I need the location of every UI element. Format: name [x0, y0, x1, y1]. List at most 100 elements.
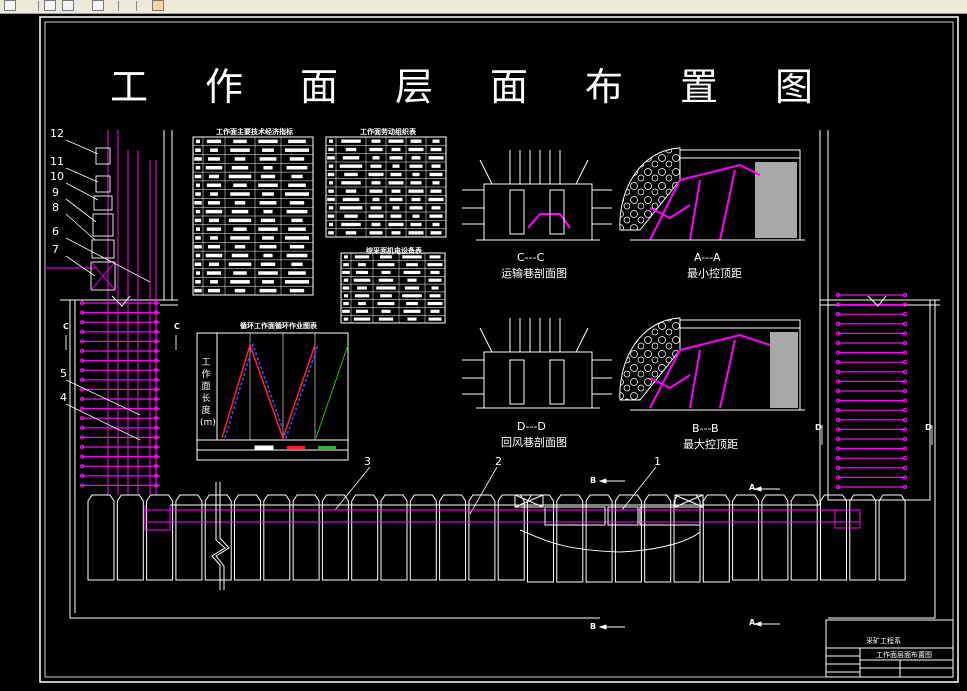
table-tech-indicators-cell [285, 192, 309, 196]
goaf-block [644, 494, 672, 583]
section-aa-label: A---A [694, 251, 721, 264]
table-labour-cell [389, 197, 403, 202]
section-bb-label: B---B [692, 422, 719, 435]
table-equipment-cell [378, 278, 394, 282]
table-tech-indicators-cell [196, 183, 200, 188]
table-equipment-cell [344, 294, 348, 298]
table-tech-indicators-cell [231, 165, 249, 170]
chart-ylabel-char: 作 [201, 370, 211, 380]
table-equipment-cell [381, 309, 391, 313]
table-tech-indicators-cell [205, 165, 223, 170]
table-tech-indicators-cell [207, 201, 221, 205]
table-labour-cell [392, 206, 400, 210]
table-tech-indicators-cell [260, 262, 276, 267]
table-tech-indicators-cell [207, 288, 221, 293]
goaf-block [732, 494, 760, 581]
goaf-block [351, 494, 379, 581]
section-cc-label: C---C [517, 251, 545, 264]
goaf-block [321, 494, 349, 581]
table-equipment-cell [429, 255, 441, 259]
table-labour-cell [328, 164, 334, 168]
table-labour-cell [370, 206, 382, 210]
titleblock-name: 工作面层面布置图 [876, 651, 932, 659]
table-equipment-cell [404, 286, 420, 290]
marker-d-left: D [815, 423, 822, 432]
table-tech-indicators-cell [259, 288, 277, 293]
table-tech-indicators-cell [194, 201, 202, 205]
goaf-block [175, 494, 203, 581]
table-equipment-cell [406, 302, 418, 306]
table1-title: 工作面主要技术经济指标 [216, 128, 293, 136]
callout-11: 11 [50, 155, 64, 168]
table-labour-cell [391, 147, 401, 152]
table-labour-cell [389, 156, 403, 160]
print-icon[interactable] [92, 0, 104, 11]
table-tech-indicators-cell [195, 209, 201, 214]
save-icon[interactable] [62, 0, 74, 11]
section-cc-figure [462, 150, 612, 241]
table-labour-cell [368, 172, 384, 177]
table-tech-indicators-cell [262, 192, 274, 196]
table-equipment-cell [353, 317, 371, 321]
table-labour-cell [328, 189, 334, 193]
callout-6: 6 [52, 225, 59, 238]
table-labour-cell [342, 156, 360, 160]
table-labour-cell [345, 231, 357, 235]
table-equipment-cell [344, 255, 348, 259]
table-equipment-cell [358, 302, 366, 306]
table-labour-cell [408, 231, 424, 235]
table-labour-cell [345, 189, 357, 193]
table-labour-cell [329, 181, 333, 185]
table-equipment-cell [380, 294, 392, 298]
table-tech-indicators-cell [231, 209, 249, 214]
table-tech-indicators-cell [291, 174, 303, 179]
chart-ylabel-char: 工 [201, 358, 211, 368]
table-labour-cell [412, 214, 420, 218]
table-equipment-cell [357, 286, 367, 290]
table-labour-cell [369, 147, 383, 152]
table-labour-cell [432, 222, 440, 227]
section-aa-figure [619, 147, 805, 241]
table-tech-indicators-cell [258, 139, 278, 144]
cad-viewport[interactable]: 工作面层面布置图 工作面主要技术经济指标 工作面劳动组织表 综采面机电设备表 循… [0, 0, 967, 691]
table-tech-indicators-cell [230, 192, 250, 196]
table-tech-indicators-cell [206, 183, 222, 188]
section-dd-label: D---D [517, 420, 546, 433]
table-tech-indicators-cell [228, 218, 252, 223]
goaf-block [849, 494, 877, 581]
goaf-block [878, 494, 906, 581]
chart-title: 循环工作面循环作业图表 [240, 322, 317, 330]
table-labour-cell [371, 181, 381, 185]
table-tech-indicators-cell [210, 192, 218, 196]
section-aa-caption: 最小控顶距 [687, 267, 742, 280]
open-icon[interactable] [44, 0, 56, 11]
table-labour-cell [327, 197, 335, 202]
new-icon[interactable] [4, 0, 16, 11]
table-tech-indicators-cell [194, 218, 202, 223]
table-labour-cell [368, 214, 384, 218]
goaf-block [292, 494, 320, 581]
table-tech-indicators-cell [288, 183, 306, 188]
table-labour-cell [372, 197, 380, 202]
callout-4: 4 [60, 391, 67, 404]
table-equipment-cell [358, 263, 366, 267]
table3-title: 综采面机电设备表 [366, 247, 422, 255]
toolbar-separator [118, 1, 119, 11]
goaf-block [820, 494, 847, 581]
table-equipment-cell [427, 302, 443, 306]
table-labour-cell [392, 164, 400, 168]
table-labour-cell [329, 139, 333, 143]
table-tech-indicators-cell [196, 227, 200, 231]
table-tech-indicators-cell [291, 262, 303, 267]
table-tech-indicators-cell [230, 148, 250, 152]
table-labour-cell [369, 189, 383, 193]
table-labour-cell [412, 172, 420, 177]
table-labour-cell [328, 231, 334, 235]
table-tech-indicators-cell [209, 174, 219, 179]
table-tech-indicators-cell [233, 183, 247, 188]
goaf-block [497, 494, 525, 581]
marker-d-right: D [925, 423, 932, 432]
tool-icon[interactable] [152, 0, 164, 11]
section-bb-caption: 最大控顶距 [683, 438, 738, 451]
table-labour-cell [342, 197, 360, 202]
